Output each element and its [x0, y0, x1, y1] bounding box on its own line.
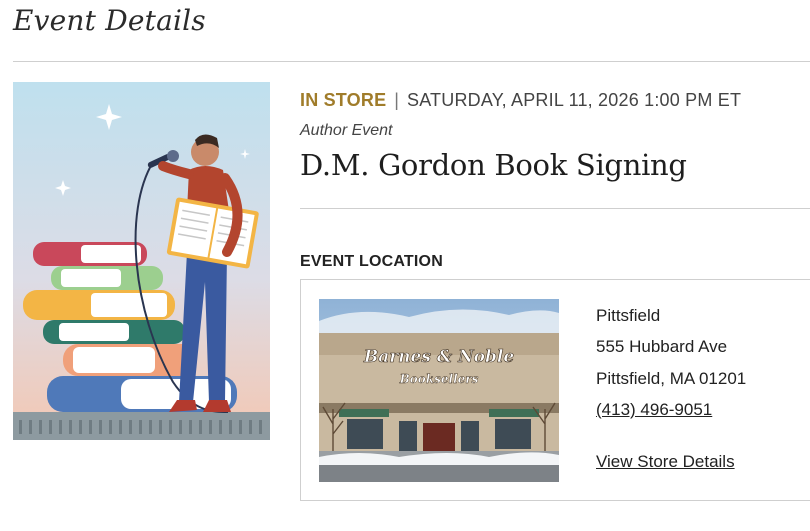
event-meta-line: IN STORE | SATURDAY, APRIL 11, 2026 1:00 P… [300, 90, 741, 111]
title-divider [300, 208, 810, 209]
view-store-details-link[interactable]: View Store Details [596, 452, 735, 472]
store-city-state-zip: Pittsfield, MA 01201 [596, 369, 747, 388]
event-type: Author Event [300, 122, 393, 139]
store-street-address: 555 Hubbard Ave [596, 337, 728, 356]
event-illustration [13, 82, 270, 440]
event-title: D.M. Gordon Book Signing [300, 148, 687, 182]
page-title: Event Details [13, 4, 206, 37]
event-datetime: SATURDAY, APRIL 11, 2026 1:00 PM ET [406, 90, 742, 110]
in-store-badge: IN STORE [300, 90, 387, 110]
event-location-heading: EVENT LOCATION [300, 253, 443, 270]
store-phone-link[interactable]: (413) 496-9051 [596, 400, 712, 420]
event-location-card: Barnes & Noble Booksellers Pittsfield 55… [300, 279, 810, 501]
meta-separator: | [394, 90, 399, 110]
store-sign-line1: Barnes & Noble [363, 347, 514, 367]
store-photo: Barnes & Noble Booksellers [319, 299, 559, 482]
store-sign-line2: Booksellers [399, 372, 479, 386]
header-divider [13, 61, 810, 62]
store-city-name: Pittsfield [596, 306, 661, 325]
